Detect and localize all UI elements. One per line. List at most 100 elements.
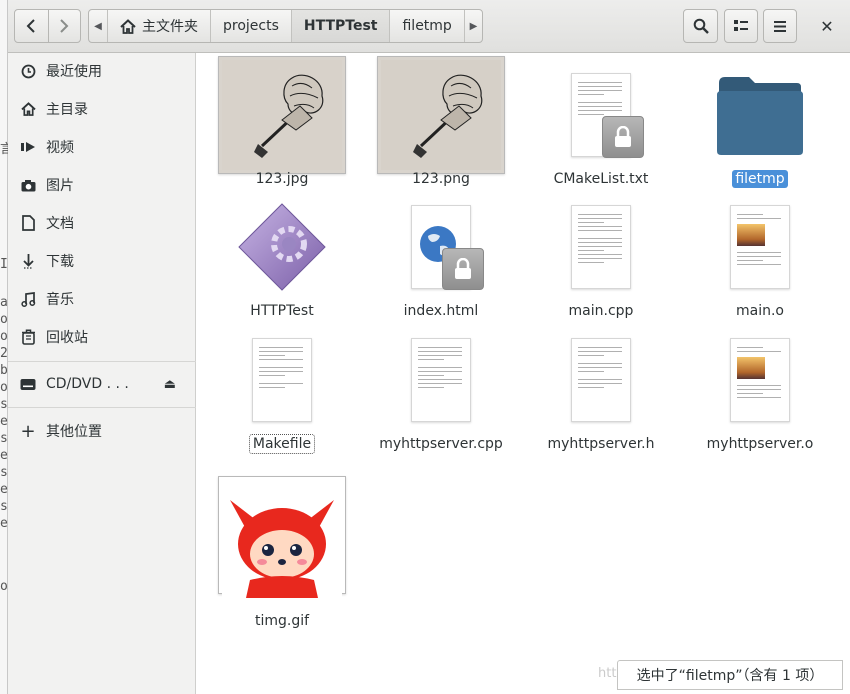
file-item[interactable]: main.o: [685, 195, 835, 323]
file-name: HTTPTest: [250, 303, 314, 319]
sidebar-item-label: 回收站: [46, 330, 88, 346]
path-bar: ◀ 主文件夹 projects HTTPTest filetmp ▶: [88, 9, 483, 43]
hamburger-menu-icon: [774, 20, 786, 32]
file-name: filetmp: [732, 170, 788, 188]
sidebar-item-label: 图片: [46, 178, 74, 194]
forward-button[interactable]: [47, 10, 81, 42]
file-item[interactable]: CMakeList.txt: [526, 63, 676, 191]
view-toggle-button[interactable]: [724, 9, 758, 43]
file-item[interactable]: HTTPTest: [207, 195, 357, 323]
object-file-icon: [730, 205, 790, 289]
background-window-edge: 言 I a o o 2 b o s e s e s e s e o: [0, 0, 13, 694]
sidebar-item-cd-dvd[interactable]: CD/DVD . . . ⏏: [8, 366, 196, 402]
chevron-right-icon: [60, 19, 69, 33]
text-file-icon: [571, 73, 644, 158]
file-item[interactable]: index.html: [366, 195, 516, 323]
file-item[interactable]: myhttpserver.h: [526, 328, 676, 456]
text-file-icon: [571, 205, 631, 289]
bg-fragment: e: [0, 448, 8, 463]
trash-icon: [20, 329, 36, 345]
breadcrumb-label: 主文件夹: [141, 19, 198, 35]
breadcrumb-httptest[interactable]: HTTPTest: [290, 10, 390, 42]
bg-fragment: o: [0, 579, 8, 594]
bg-fragment: b: [0, 363, 8, 378]
sidebar-item-trash[interactable]: 回收站: [8, 319, 196, 355]
text-file-icon: [252, 338, 312, 422]
file-item[interactable]: 123.png: [366, 56, 516, 191]
sidebar-item-other-locations[interactable]: + 其他位置: [8, 413, 196, 449]
sidebar-item-label: CD/DVD . . .: [46, 376, 129, 392]
status-text: 选中了“filetmp”（含有 1 项）: [636, 668, 824, 684]
image-thumbnail: [377, 56, 505, 174]
chevron-left-icon: [26, 19, 35, 33]
sidebar-item-documents[interactable]: 文档: [8, 205, 196, 241]
breadcrumb-label: HTTPTest: [303, 18, 378, 34]
bg-fragment: s: [0, 431, 8, 446]
sidebar-divider: [8, 361, 196, 362]
main-menu-button[interactable]: [763, 9, 797, 43]
breadcrumb-filetmp[interactable]: filetmp: [389, 10, 463, 42]
camera-icon: [20, 177, 36, 193]
close-icon: ✕: [820, 16, 834, 36]
sidebar-item-label: 最近使用: [46, 64, 102, 80]
places-sidebar: 最近使用 主目录 视频 图片 文档 下载 音乐 回收站 CD/DVD . . .…: [8, 53, 196, 694]
optical-drive-icon: [20, 376, 36, 392]
search-button[interactable]: [683, 9, 718, 43]
back-button[interactable]: [15, 10, 48, 42]
clock-icon: [20, 63, 36, 79]
lock-icon: [442, 248, 484, 290]
window-close-button[interactable]: ✕: [812, 9, 842, 43]
bg-fragment: o: [0, 329, 8, 344]
home-icon: [120, 18, 136, 34]
file-name: 123.jpg: [255, 171, 309, 187]
file-grid: 123.jpg 123.png CMakeList.txt filetmp HT…: [196, 53, 850, 694]
file-item[interactable]: myhttpserver.o: [685, 328, 835, 456]
sidebar-item-downloads[interactable]: 下载: [8, 243, 196, 279]
bg-fragment: a: [0, 295, 8, 310]
header-bar: ◀ 主文件夹 projects HTTPTest filetmp ▶ ✕: [8, 0, 850, 53]
file-name: myhttpserver.h: [547, 436, 655, 452]
gif-thumbnail: [218, 476, 346, 598]
history-nav-group: [14, 9, 81, 43]
object-file-icon: [730, 338, 790, 422]
file-name: CMakeList.txt: [553, 171, 649, 187]
file-name: main.o: [736, 303, 784, 319]
file-item[interactable]: 123.jpg: [207, 56, 357, 191]
eject-icon[interactable]: ⏏: [164, 377, 176, 392]
sidebar-item-recent[interactable]: 最近使用: [8, 53, 196, 89]
sidebar-item-pictures[interactable]: 图片: [8, 167, 196, 203]
file-item[interactable]: main.cpp: [526, 195, 676, 323]
text-file-icon: [571, 338, 631, 422]
sidebar-item-label: 文档: [46, 216, 74, 232]
bg-fragment: s: [0, 397, 8, 412]
file-item[interactable]: myhttpserver.cpp: [366, 328, 516, 456]
html-file-icon: [411, 205, 484, 290]
sidebar-item-music[interactable]: 音乐: [8, 281, 196, 317]
bg-fragment: e: [0, 414, 8, 429]
selection-status-overlay: 选中了“filetmp”（含有 1 项）: [617, 660, 843, 690]
file-name: main.cpp: [568, 303, 634, 319]
breadcrumb-projects[interactable]: projects: [209, 10, 291, 42]
sidebar-item-label: 主目录: [46, 102, 88, 118]
file-item[interactable]: timg.gif: [207, 476, 357, 629]
video-icon: [20, 139, 36, 155]
bg-fragment: e: [0, 516, 8, 531]
path-scroll-right-button[interactable]: ▶: [463, 10, 482, 42]
executable-icon: [238, 203, 326, 291]
image-preview: [737, 357, 765, 379]
path-scroll-left-button[interactable]: ◀: [89, 10, 107, 42]
plus-icon: +: [20, 420, 36, 442]
breadcrumb-home[interactable]: 主文件夹: [106, 10, 210, 42]
folder-icon: [717, 77, 803, 155]
sidebar-item-videos[interactable]: 视频: [8, 129, 196, 165]
bg-fragment: 2: [0, 346, 8, 361]
file-item[interactable]: Makefile: [207, 328, 357, 456]
file-item[interactable]: filetmp: [685, 63, 835, 191]
sidebar-item-home[interactable]: 主目录: [8, 91, 196, 127]
list-view-icon: [734, 20, 748, 31]
bg-fragment: o: [0, 312, 8, 327]
search-icon: [693, 18, 709, 34]
sidebar-divider: [8, 407, 196, 408]
file-name: myhttpserver.cpp: [379, 436, 503, 452]
download-icon: [20, 253, 36, 269]
